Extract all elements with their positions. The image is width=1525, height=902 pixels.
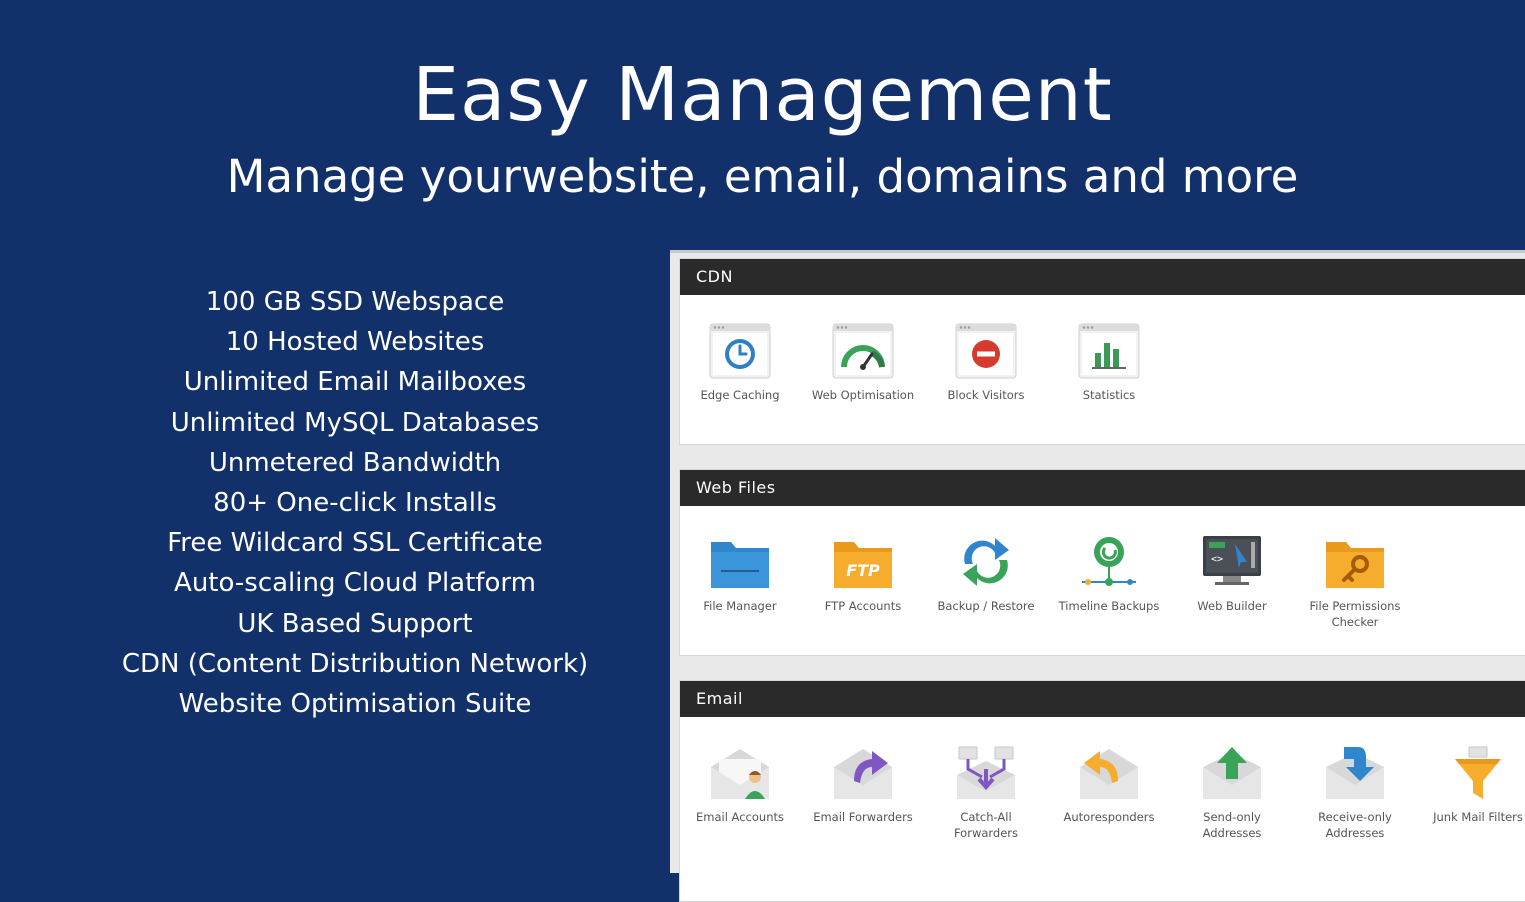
feature-item: Unlimited Email Mailboxes [183,367,527,398]
envelope-forward-icon [834,749,892,799]
gauge-window-icon [832,323,894,379]
tile-email-accounts[interactable]: Email Accounts [685,745,795,825]
feature-item: 100 GB SSD Webspace [205,287,505,317]
tile-file-permissions-checker[interactable]: File Permissions Checker [1300,534,1410,630]
tile-label: Junk Mail Filters [1433,810,1523,824]
tile-label: Web Optimisation [811,388,915,402]
feature-item: Auto-scaling Cloud Platform [174,568,536,599]
section-header-email: Email [680,681,1525,717]
feature-item: Website Optimisation Suite [178,689,532,720]
envelope-reply-icon [1080,749,1138,799]
section-cdn: CDN Edge Caching Web Optimisation Block … [679,258,1525,445]
feature-item: Free Wildcard SSL Certificate [167,528,543,559]
tile-label: Block Visitors [947,388,1025,402]
tile-label: Email Forwarders [813,810,913,824]
feature-item: CDN (Content Distribution Network) [121,648,589,679]
control-panel-screenshot: CDN Edge Caching Web Optimisation Block … [670,250,1525,902]
tile-autoresponders[interactable]: Autoresponders [1054,745,1164,825]
feature-list: 100 GB SSD Webspace 10 Hosted Websites U… [60,282,650,724]
feature-item: Unlimited MySQL Databases [170,407,540,438]
tile-label: Web Builder [1197,599,1267,613]
tile-web-builder[interactable]: <> Web Builder [1177,534,1287,614]
tile-label: Email Accounts [696,810,784,824]
tile-catch-all-forwarders[interactable]: Catch-All Forwarders [931,745,1041,841]
tile-ftp-accounts[interactable]: FTP FTP Accounts [808,534,918,614]
blue-folder-icon [711,542,769,588]
tile-block-visitors[interactable]: Block Visitors [931,323,1041,403]
section-email: Email Email Accounts Email Forwarders Ca… [679,680,1525,902]
tile-label: Statistics [1082,388,1136,402]
tile-timeline-backups[interactable]: Timeline Backups [1054,534,1164,614]
tile-label: Edge Caching [700,388,780,402]
feature-item: 10 Hosted Websites [225,327,485,358]
bar-chart-window-icon [1078,323,1140,379]
section-web-files: Web Files File Manager FTP FTP Accounts [679,469,1525,656]
feature-item: UK Based Support [237,608,473,639]
tile-label: File Permissions Checker [1309,599,1401,629]
tile-edge-caching[interactable]: Edge Caching [685,323,795,403]
monitor-builder-icon: <> [1203,536,1261,585]
tile-label: Backup / Restore [937,599,1035,613]
tile-backup-restore[interactable]: Backup / Restore [931,534,1041,614]
tile-label: Send-only Addresses [1202,810,1262,840]
page-title: Easy Management [412,52,1113,138]
tile-label: FTP Accounts [824,599,902,613]
tile-label: File Manager [703,599,777,613]
tile-label: Catch-All Forwarders [953,810,1019,840]
backup-arrows-icon [963,538,1009,586]
tile-label: Autoresponders [1063,810,1155,824]
section-header-cdn: CDN [680,259,1525,295]
tile-label: Receive-only Addresses [1318,810,1392,840]
page-subtitle: Manage yourwebsite, email, domains and m… [226,150,1299,203]
feature-item: 80+ One-click Installs [213,488,497,519]
envelope-down-icon [1326,747,1384,799]
tile-receive-only-addresses[interactable]: Receive-only Addresses [1300,745,1410,841]
key-folder-icon [1326,542,1384,588]
tile-label: Timeline Backups [1058,599,1160,613]
catch-all-icon [957,746,1015,799]
ftp-folder-icon: FTP [834,542,892,588]
envelope-user-icon [711,749,769,799]
tile-junk-mail-filters[interactable]: Junk Mail Filters [1423,745,1525,825]
svg-text:<>: <> [1211,554,1223,565]
tile-email-forwarders[interactable]: Email Forwarders [808,745,918,825]
funnel-icon [1455,746,1501,799]
tile-web-optimisation[interactable]: Web Optimisation [808,323,918,403]
svg-text:FTP: FTP [846,561,880,580]
tile-statistics[interactable]: Statistics [1054,323,1164,403]
timeline-icon [1082,537,1136,586]
tile-file-manager[interactable]: File Manager [685,534,795,614]
feature-item: Unmetered Bandwidth [208,447,502,478]
clock-window-icon [709,323,771,379]
envelope-up-icon [1203,747,1261,799]
block-window-icon [955,323,1017,379]
section-header-web-files: Web Files [680,470,1525,506]
tile-send-only-addresses[interactable]: Send-only Addresses [1177,745,1287,841]
